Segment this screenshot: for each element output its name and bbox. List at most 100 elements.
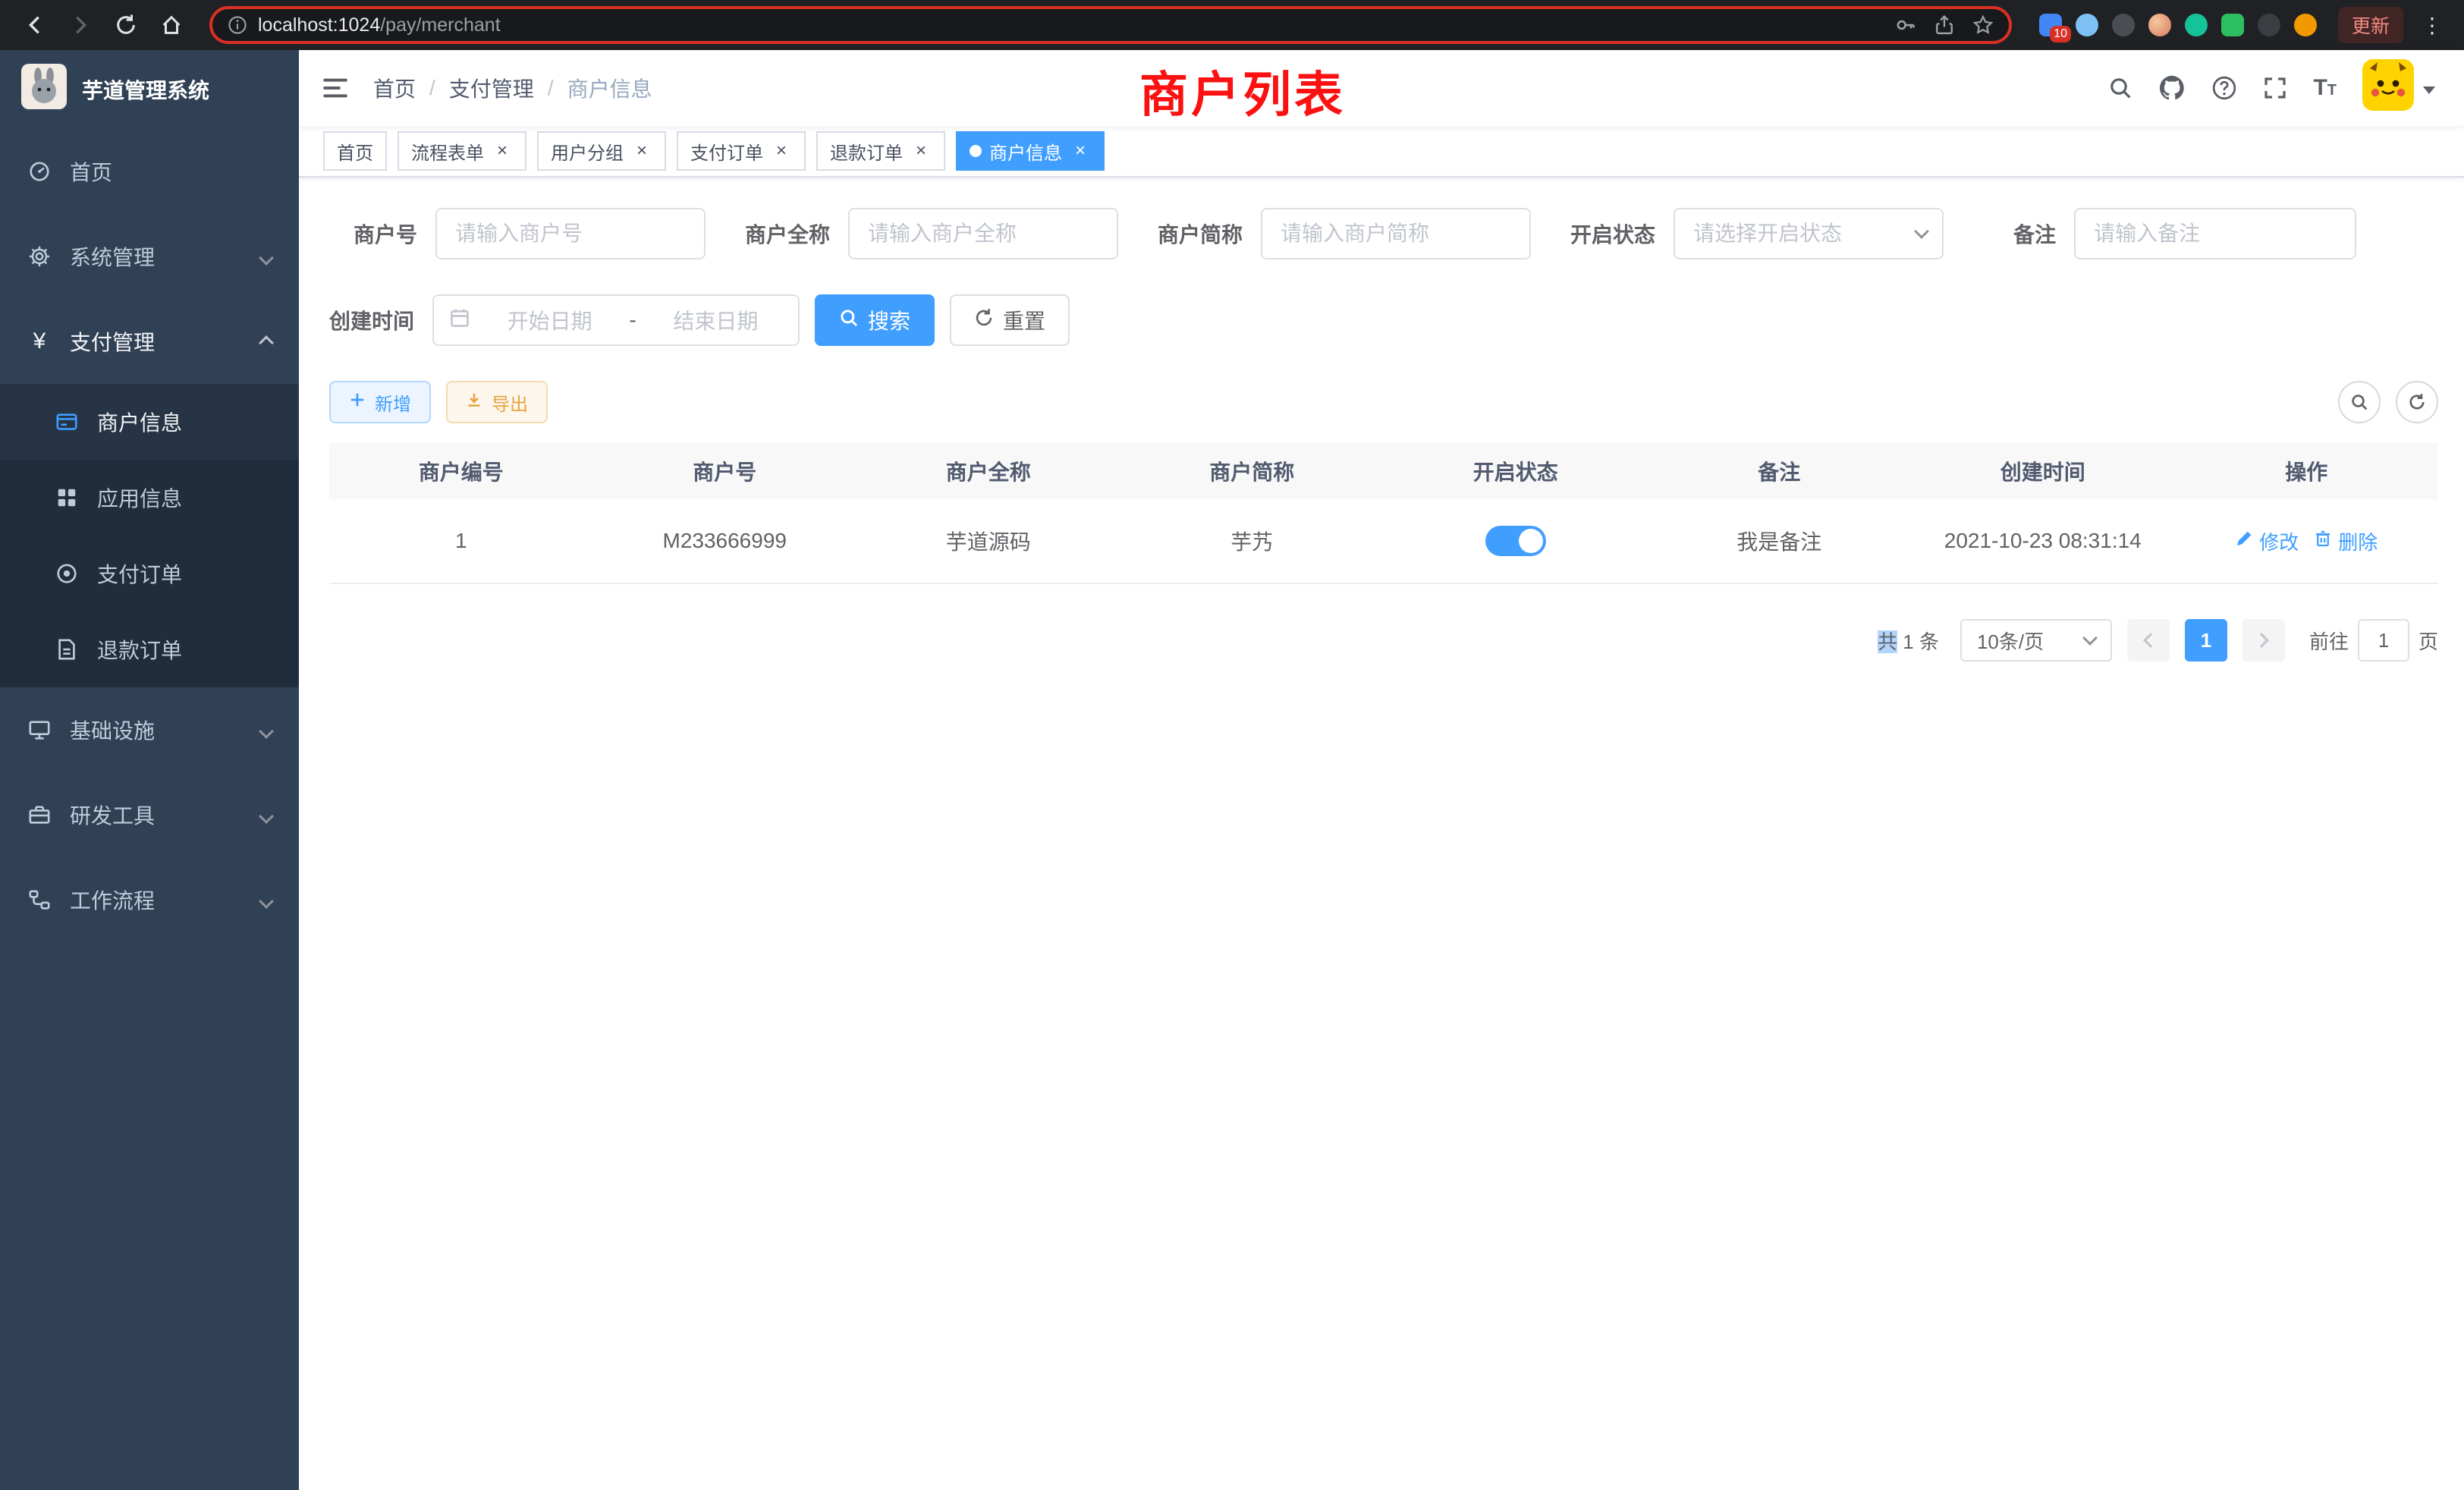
github-icon[interactable] [2158,74,2186,102]
search-button[interactable]: 搜索 [815,294,935,346]
filter-row-2: 创建时间 开始日期 - 结束日期 [329,294,2438,346]
top-navbar: 首页 / 支付管理 / 商户信息 [299,50,2464,126]
breadcrumb-payment[interactable]: 支付管理 [449,73,534,103]
sidebar-item-payment[interactable]: ¥ 支付管理 [0,299,299,384]
sidebar-item-app-info[interactable]: 应用信息 [0,460,299,536]
sidebar-item-label: 基础设施 [70,715,155,745]
edit-link[interactable]: 修改 [2235,527,2299,555]
refresh-table-icon[interactable] [2396,381,2438,423]
browser-back-icon[interactable] [15,5,55,45]
page-number-1[interactable]: 1 [2185,619,2227,662]
sidebar-item-refund-order[interactable]: 退款订单 [0,611,299,687]
next-page-button[interactable] [2242,619,2285,662]
extension-blue-icon[interactable] [2076,14,2098,36]
toggle-search-icon[interactable] [2338,381,2381,423]
short-name-label: 商户简称 [1158,218,1243,249]
plus-icon [349,391,366,413]
status-toggle[interactable] [1485,526,1546,556]
cell-create-time: 2021-10-23 08:31:14 [1911,529,2175,553]
close-icon[interactable]: × [910,140,932,162]
goto-suffix: 页 [2418,627,2438,655]
close-icon[interactable]: × [771,140,792,162]
bookmark-star-icon[interactable] [1972,14,1994,36]
browser-update-button[interactable]: 更新 [2338,7,2403,43]
date-range-picker[interactable]: 开始日期 - 结束日期 [432,294,800,346]
tab-user-group[interactable]: 用户分组 × [537,131,666,171]
tab-merchant-info[interactable]: 商户信息 × [956,131,1105,171]
table-header-cell: 创建时间 [1911,456,2175,486]
docs-question-icon[interactable] [2211,75,2237,101]
password-key-icon[interactable] [1895,14,1916,36]
extension-puzzle-icon[interactable]: 10 [2039,14,2062,36]
date-start-placeholder: 开始日期 [482,305,617,335]
breadcrumb-current: 商户信息 [567,73,652,103]
share-icon[interactable] [1934,15,1954,35]
logo[interactable]: 芋道管理系统 [0,50,299,129]
page-size-select[interactable]: 10条/页 [1960,619,2112,662]
site-info-icon[interactable] [228,15,247,35]
extension-green-circle-icon[interactable] [2185,14,2208,36]
tab-process-form[interactable]: 流程表单 × [398,131,526,171]
remark-input[interactable] [2074,208,2356,259]
sidebar-item-label: 应用信息 [97,483,182,513]
tab-home[interactable]: 首页 [323,131,387,171]
reset-button[interactable]: 重置 [950,294,1070,346]
fullscreen-icon[interactable] [2263,76,2287,100]
status-select-input[interactable] [1674,208,1944,259]
browser-reload-icon[interactable] [106,5,146,45]
pagination-total: 共 1 条 [1878,627,1939,655]
export-button[interactable]: 导出 [446,381,548,423]
breadcrumb: 首页 / 支付管理 / 商户信息 [373,73,652,103]
tab-refund-order[interactable]: 退款订单 × [816,131,945,171]
close-icon[interactable]: × [1070,140,1091,162]
dashboard-icon [27,159,52,184]
extension-pinwheel-icon[interactable] [2258,14,2280,36]
profile-avatar-icon[interactable] [2294,14,2317,36]
prev-page-button[interactable] [2127,619,2170,662]
sidebar-item-devtools[interactable]: 研发工具 [0,772,299,857]
extension-note-icon[interactable] [2221,14,2244,36]
close-icon[interactable]: × [492,140,513,162]
order-target-icon [55,561,79,586]
merchant-no-input[interactable] [435,208,706,259]
browser-menu-icon[interactable]: ⋮ [2415,13,2449,38]
sidebar-item-infra[interactable]: 基础设施 [0,687,299,772]
sidebar-item-pay-order[interactable]: 支付订单 [0,536,299,611]
browser-home-icon[interactable] [152,5,191,45]
sidebar-item-label: 支付订单 [97,558,182,589]
url-host: localhost:1024 [258,14,380,36]
short-name-input[interactable] [1261,208,1531,259]
status-select[interactable] [1674,208,1944,259]
breadcrumb-home[interactable]: 首页 [373,73,416,103]
extension-dark-icon[interactable] [2112,14,2135,36]
sidebar-item-home[interactable]: 首页 [0,129,299,214]
goto-page-input[interactable] [2358,619,2409,662]
pagination: 共 1 条 10条/页 1 前往 页 [329,619,2438,662]
status-label: 开启状态 [1570,218,1655,249]
chevron-down-icon [2082,630,2098,646]
extension-avatar-icon[interactable] [2148,14,2171,36]
download-icon [466,391,482,413]
sidebar-item-merchant-info[interactable]: 商户信息 [0,384,299,460]
gear-icon [27,244,52,269]
remark-label: 备注 [2013,218,2056,249]
hamburger-icon[interactable] [322,74,349,102]
delete-link[interactable]: 删除 [2314,527,2378,555]
font-size-icon[interactable]: TT [2313,75,2337,101]
sidebar-item-workflow[interactable]: 工作流程 [0,857,299,942]
add-button[interactable]: 新增 [329,381,431,423]
merchant-no-label: 商户号 [354,218,417,249]
sidebar-item-label: 退款订单 [97,634,182,665]
user-avatar[interactable] [2362,59,2435,117]
tab-pay-order[interactable]: 支付订单 × [677,131,806,171]
browser-forward-icon[interactable] [61,5,100,45]
cell-merchant-id: 1 [329,529,593,553]
close-icon[interactable]: × [631,140,652,162]
workflow-icon [27,888,52,912]
sidebar-item-label: 工作流程 [70,885,155,915]
address-bar[interactable]: localhost:1024/pay/merchant [209,6,2012,44]
search-icon[interactable] [2108,76,2132,100]
breadcrumb-separator: / [429,76,435,100]
sidebar-item-system[interactable]: 系统管理 [0,214,299,299]
full-name-input[interactable] [848,208,1118,259]
